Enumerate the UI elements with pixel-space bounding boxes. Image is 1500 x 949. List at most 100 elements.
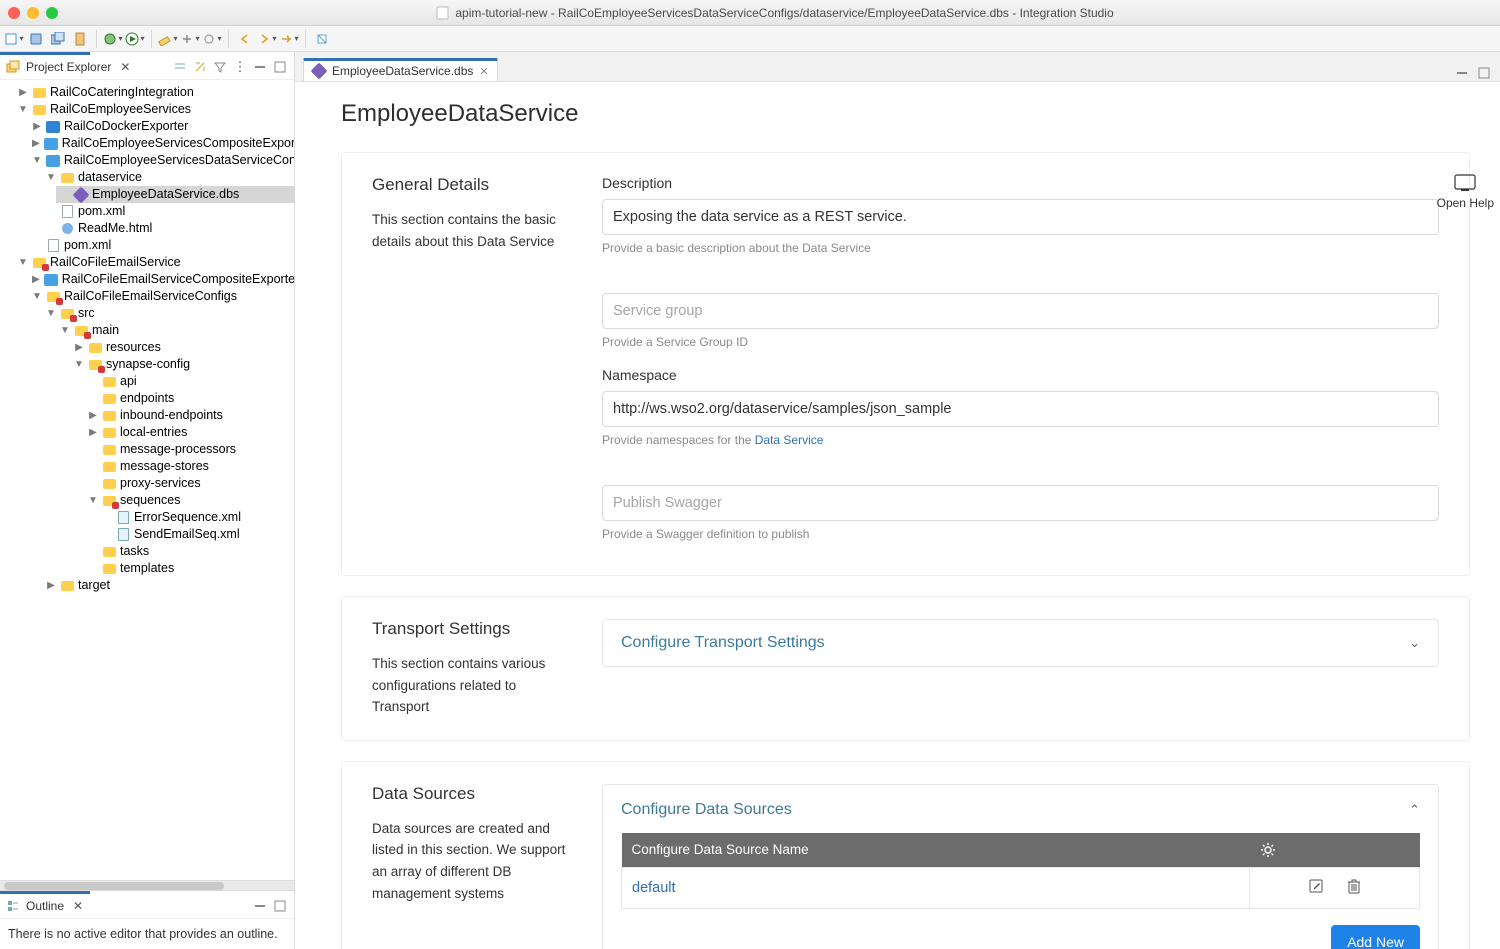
project-tree[interactable]: ▶RailCoCateringIntegration ▼RailCoEmploy… [0,80,294,880]
link-editor-icon[interactable] [192,59,208,75]
editor-tab[interactable]: EmployeeDataService.dbs ✕ [303,58,498,81]
filter-icon[interactable] [212,59,228,75]
configure-datasources-toggle[interactable]: Configure Data Sources ⌃ [621,801,1420,819]
sync-button[interactable]: ▾ [202,29,222,49]
th-actions [1250,833,1420,868]
window-titlebar: apim-tutorial-new - RailCoEmployeeServic… [0,0,1500,26]
pin-button[interactable] [312,29,332,49]
chevron-down-icon: ⌄ [1409,635,1420,651]
window-title: apim-tutorial-new - RailCoEmployeeServic… [455,6,1113,20]
general-desc: This section contains the basic details … [372,209,572,252]
save-button[interactable] [26,29,46,49]
back-button[interactable] [235,29,255,49]
tree-item[interactable]: ErrorSequence.xml [134,509,241,526]
service-group-input[interactable] [602,293,1439,329]
outline-icon [6,899,20,913]
tree-item[interactable]: resources [106,339,161,356]
view-menu-icon[interactable]: ⋮ [232,59,248,75]
configure-datasources-label: Configure Data Sources [621,801,792,819]
outline-empty-text: There is no active editor that provides … [0,919,294,949]
tree-item[interactable]: api [120,373,137,390]
datasource-row: default [622,867,1420,908]
tree-item[interactable]: RailCoCateringIntegration [50,84,194,101]
tree-item[interactable]: sequences [120,492,180,509]
maximize-view-icon[interactable] [272,898,288,914]
tree-item[interactable]: pom.xml [64,237,111,254]
section-transport: Transport Settings This section contains… [341,596,1470,741]
tree-item[interactable]: local-entries [120,424,187,441]
tree-item[interactable]: synapse-config [106,356,190,373]
minimize-editor-icon[interactable] [1454,65,1470,81]
minimize-view-icon[interactable] [252,898,268,914]
close-view-icon[interactable]: ✕ [117,59,133,75]
tree-item[interactable]: RailCoEmployeeServices [50,101,191,118]
description-input[interactable] [602,199,1439,235]
tree-item[interactable]: message-processors [120,441,236,458]
zoom-window-icon[interactable] [46,7,58,19]
open-help-button[interactable]: Open Help [1437,174,1494,210]
tree-item[interactable]: ReadMe.html [78,220,152,237]
close-tab-icon[interactable]: ✕ [479,65,488,78]
editor-tab-label: EmployeeDataService.dbs [332,64,473,78]
delete-icon[interactable] [1347,878,1361,894]
collapse-all-icon[interactable] [172,59,188,75]
debug-button[interactable]: ▾ [103,29,123,49]
configure-transport-toggle[interactable]: Configure Transport Settings ⌄ [602,619,1439,667]
page-title: EmployeeDataService [341,100,1470,128]
datasource-table: Configure Data Source Name default [621,833,1420,909]
tree-item[interactable]: inbound-endpoints [120,407,223,424]
run-button[interactable]: ▾ [125,29,145,49]
search-button[interactable]: ▾ [158,29,178,49]
minimize-window-icon[interactable] [27,7,39,19]
toggle-button[interactable]: ▾ [180,29,200,49]
tree-item[interactable]: RailCoFileEmailServiceCompositeExporter [62,271,294,288]
stack-icon [6,60,20,74]
gear-icon [1260,842,1276,858]
tree-item[interactable]: src [78,305,95,322]
tree-item[interactable]: tasks [120,543,149,560]
tree-item[interactable]: main [92,322,119,339]
datasources-desc: Data sources are created and listed in t… [372,818,572,904]
tree-item[interactable]: RailCoEmployeeServicesCompositeExporter [62,135,294,152]
tree-item[interactable]: proxy-services [120,475,201,492]
nav-forward-button[interactable]: ▾ [279,29,299,49]
tree-item[interactable]: RailCoDockerExporter [64,118,188,135]
maximize-editor-icon[interactable] [1476,65,1492,81]
tree-item[interactable]: RailCoFileEmailService [50,254,181,271]
datasources-heading: Data Sources [372,784,572,804]
transport-desc: This section contains various configurat… [372,653,572,718]
tree-item[interactable]: SendEmailSeq.xml [134,526,240,543]
close-window-icon[interactable] [8,7,20,19]
tree-item-selected[interactable]: EmployeeDataService.dbs [92,186,239,203]
outline-title: Outline [26,899,64,913]
project-explorer-title: Project Explorer [26,60,111,74]
chevron-up-icon: ⌃ [1409,802,1420,818]
tree-item[interactable]: RailCoEmployeeServicesDataServiceConfigs [64,152,294,169]
open-help-label: Open Help [1437,196,1494,210]
swagger-input[interactable] [602,485,1439,521]
edit-icon[interactable] [1308,878,1324,894]
datasource-link[interactable]: default [632,880,676,896]
hint-group: Provide a Service Group ID [602,335,1439,349]
tree-item[interactable]: target [78,577,110,594]
transport-heading: Transport Settings [372,619,572,639]
tree-item[interactable]: RailCoFileEmailServiceConfigs [64,288,237,305]
hint-swagger: Provide a Swagger definition to publish [602,527,1439,541]
maximize-view-icon[interactable] [272,59,288,75]
general-heading: General Details [372,175,572,195]
close-view-icon[interactable]: ✕ [70,898,86,914]
add-new-button[interactable]: Add New [1331,925,1420,949]
tree-item[interactable]: dataservice [78,169,142,186]
data-service-link[interactable]: Data Service [755,433,824,447]
save-all-button[interactable] [48,29,68,49]
tree-item[interactable]: pom.xml [78,203,125,220]
forward-button[interactable]: ▾ [257,29,277,49]
horizontal-scrollbar[interactable] [0,880,294,890]
tree-item[interactable]: message-stores [120,458,209,475]
tree-item[interactable]: templates [120,560,174,577]
tree-item[interactable]: endpoints [120,390,174,407]
namespace-input[interactable] [602,391,1439,427]
export-button[interactable] [70,29,90,49]
minimize-view-icon[interactable] [252,59,268,75]
new-button[interactable]: ▾ [4,29,24,49]
